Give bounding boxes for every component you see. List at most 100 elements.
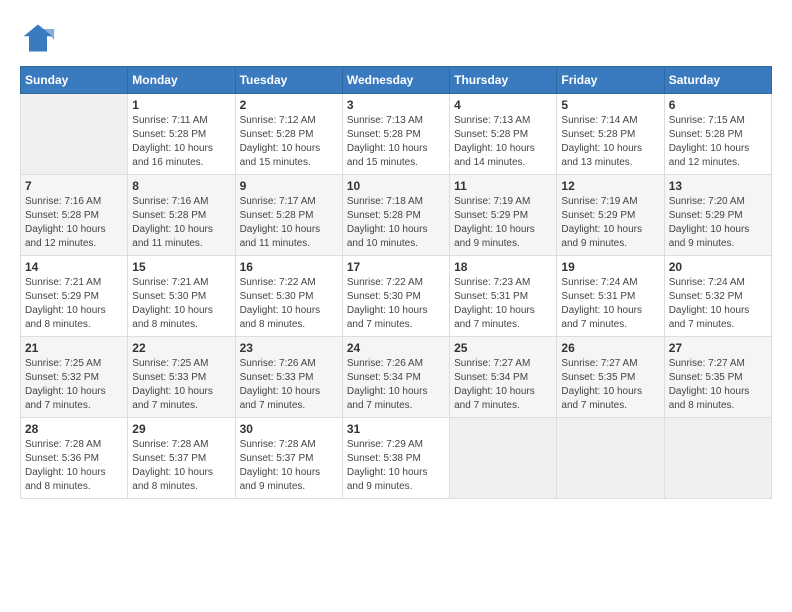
- week-row-5: 28 Sunrise: 7:28 AM Sunset: 5:36 PM Dayli…: [21, 418, 772, 499]
- day-number: 9: [240, 179, 338, 193]
- calendar-cell: 22 Sunrise: 7:25 AM Sunset: 5:33 PM Dayli…: [128, 337, 235, 418]
- day-info: Sunrise: 7:21 AM Sunset: 5:29 PM Dayligh…: [25, 276, 123, 332]
- calendar-cell: 14Sunrise: 7:21 AM Sunset: 5:29 PM Dayli…: [21, 256, 128, 337]
- day-number: 31: [347, 422, 445, 436]
- day-info: Sunrise: 7:16 AM Sunset: 5:28 PM Dayligh…: [25, 195, 123, 251]
- calendar-cell: 21 Sunrise: 7:25 AM Sunset: 5:32 PM Dayli…: [21, 337, 128, 418]
- day-number: 28: [25, 422, 123, 436]
- day-of-week-sunday: Sunday: [21, 67, 128, 94]
- calendar-cell: 15 Sunrise: 7:21 AM Sunset: 5:30 PM Dayli…: [128, 256, 235, 337]
- calendar-cell: 18Sunrise: 7:23 AM Sunset: 5:31 PM Dayli…: [450, 256, 557, 337]
- day-number: 5: [561, 98, 659, 112]
- calendar-cell: 13 Sunrise: 7:20 AM Sunset: 5:29 PM Dayli…: [664, 175, 771, 256]
- calendar-cell: 5 Sunrise: 7:14 AM Sunset: 5:28 PM Daylig…: [557, 94, 664, 175]
- day-info: Sunrise: 7:28 AM Sunset: 5:37 PM Dayligh…: [240, 438, 338, 494]
- calendar-cell: 27Sunrise: 7:27 AM Sunset: 5:35 PM Dayli…: [664, 337, 771, 418]
- day-info: Sunrise: 7:24 AM Sunset: 5:31 PM Dayligh…: [561, 276, 659, 332]
- day-info: Sunrise: 7:28 AM Sunset: 5:36 PM Dayligh…: [25, 438, 123, 494]
- calendar-cell: 7 Sunrise: 7:16 AM Sunset: 5:28 PM Daylig…: [21, 175, 128, 256]
- calendar-cell: 10 Sunrise: 7:18 AM Sunset: 5:28 PM Dayli…: [342, 175, 449, 256]
- day-info: Sunrise: 7:13 AM Sunset: 5:28 PM Dayligh…: [454, 114, 552, 170]
- day-info: Sunrise: 7:12 AM Sunset: 5:28 PM Dayligh…: [240, 114, 338, 170]
- day-info: Sunrise: 7:25 AM Sunset: 5:32 PM Dayligh…: [25, 357, 123, 413]
- calendar-cell: 12Sunrise: 7:19 AM Sunset: 5:29 PM Dayli…: [557, 175, 664, 256]
- calendar-cell: [557, 418, 664, 499]
- day-number: 19: [561, 260, 659, 274]
- day-info: Sunrise: 7:16 AM Sunset: 5:28 PM Dayligh…: [132, 195, 230, 251]
- day-info: Sunrise: 7:22 AM Sunset: 5:30 PM Dayligh…: [347, 276, 445, 332]
- calendar-cell: 2Sunrise: 7:12 AM Sunset: 5:28 PM Daylig…: [235, 94, 342, 175]
- day-info: Sunrise: 7:13 AM Sunset: 5:28 PM Dayligh…: [347, 114, 445, 170]
- week-row-1: 1 Sunrise: 7:11 AM Sunset: 5:28 PM Daylig…: [21, 94, 772, 175]
- day-number: 18: [454, 260, 552, 274]
- day-number: 21: [25, 341, 123, 355]
- calendar-cell: 6 Sunrise: 7:15 AM Sunset: 5:28 PM Daylig…: [664, 94, 771, 175]
- logo-icon: [20, 20, 56, 56]
- calendar-body: 1 Sunrise: 7:11 AM Sunset: 5:28 PM Daylig…: [21, 94, 772, 499]
- day-number: 22: [132, 341, 230, 355]
- day-info: Sunrise: 7:29 AM Sunset: 5:38 PM Dayligh…: [347, 438, 445, 494]
- day-number: 29: [132, 422, 230, 436]
- day-of-week-monday: Monday: [128, 67, 235, 94]
- calendar-cell: 4 Sunrise: 7:13 AM Sunset: 5:28 PM Daylig…: [450, 94, 557, 175]
- day-info: Sunrise: 7:15 AM Sunset: 5:28 PM Dayligh…: [669, 114, 767, 170]
- day-info: Sunrise: 7:20 AM Sunset: 5:29 PM Dayligh…: [669, 195, 767, 251]
- day-of-week-saturday: Saturday: [664, 67, 771, 94]
- day-info: Sunrise: 7:28 AM Sunset: 5:37 PM Dayligh…: [132, 438, 230, 494]
- day-of-week-wednesday: Wednesday: [342, 67, 449, 94]
- calendar-cell: 19 Sunrise: 7:24 AM Sunset: 5:31 PM Dayli…: [557, 256, 664, 337]
- calendar-cell: 28 Sunrise: 7:28 AM Sunset: 5:36 PM Dayli…: [21, 418, 128, 499]
- day-info: Sunrise: 7:26 AM Sunset: 5:34 PM Dayligh…: [347, 357, 445, 413]
- day-number: 10: [347, 179, 445, 193]
- calendar-cell: 3 Sunrise: 7:13 AM Sunset: 5:28 PM Daylig…: [342, 94, 449, 175]
- day-number: 20: [669, 260, 767, 274]
- day-info: Sunrise: 7:14 AM Sunset: 5:28 PM Dayligh…: [561, 114, 659, 170]
- day-number: 25: [454, 341, 552, 355]
- day-number: 23: [240, 341, 338, 355]
- day-info: Sunrise: 7:22 AM Sunset: 5:30 PM Dayligh…: [240, 276, 338, 332]
- day-of-week-tuesday: Tuesday: [235, 67, 342, 94]
- day-info: Sunrise: 7:27 AM Sunset: 5:35 PM Dayligh…: [561, 357, 659, 413]
- calendar-cell: [450, 418, 557, 499]
- day-number: 4: [454, 98, 552, 112]
- day-of-week-thursday: Thursday: [450, 67, 557, 94]
- days-of-week-row: SundayMondayTuesdayWednesdayThursdayFrid…: [21, 67, 772, 94]
- day-number: 7: [25, 179, 123, 193]
- calendar-cell: 29 Sunrise: 7:28 AM Sunset: 5:37 PM Dayli…: [128, 418, 235, 499]
- day-number: 1: [132, 98, 230, 112]
- day-info: Sunrise: 7:11 AM Sunset: 5:28 PM Dayligh…: [132, 114, 230, 170]
- calendar-cell: [21, 94, 128, 175]
- calendar-cell: 11 Sunrise: 7:19 AM Sunset: 5:29 PM Dayli…: [450, 175, 557, 256]
- day-number: 15: [132, 260, 230, 274]
- day-number: 16: [240, 260, 338, 274]
- calendar-cell: 25 Sunrise: 7:27 AM Sunset: 5:34 PM Dayli…: [450, 337, 557, 418]
- day-number: 3: [347, 98, 445, 112]
- day-number: 6: [669, 98, 767, 112]
- day-number: 26: [561, 341, 659, 355]
- day-number: 12: [561, 179, 659, 193]
- calendar-cell: 20 Sunrise: 7:24 AM Sunset: 5:32 PM Dayli…: [664, 256, 771, 337]
- day-of-week-friday: Friday: [557, 67, 664, 94]
- day-info: Sunrise: 7:24 AM Sunset: 5:32 PM Dayligh…: [669, 276, 767, 332]
- day-info: Sunrise: 7:19 AM Sunset: 5:29 PM Dayligh…: [454, 195, 552, 251]
- day-number: 11: [454, 179, 552, 193]
- calendar-cell: 9Sunrise: 7:17 AM Sunset: 5:28 PM Daylig…: [235, 175, 342, 256]
- calendar-cell: 24 Sunrise: 7:26 AM Sunset: 5:34 PM Dayli…: [342, 337, 449, 418]
- calendar-header: SundayMondayTuesdayWednesdayThursdayFrid…: [21, 67, 772, 94]
- day-info: Sunrise: 7:25 AM Sunset: 5:33 PM Dayligh…: [132, 357, 230, 413]
- calendar-cell: 26 Sunrise: 7:27 AM Sunset: 5:35 PM Dayli…: [557, 337, 664, 418]
- page-header: [20, 20, 772, 56]
- calendar-cell: 16 Sunrise: 7:22 AM Sunset: 5:30 PM Dayli…: [235, 256, 342, 337]
- calendar-cell: 1 Sunrise: 7:11 AM Sunset: 5:28 PM Daylig…: [128, 94, 235, 175]
- day-number: 17: [347, 260, 445, 274]
- day-info: Sunrise: 7:27 AM Sunset: 5:34 PM Dayligh…: [454, 357, 552, 413]
- day-number: 24: [347, 341, 445, 355]
- day-info: Sunrise: 7:18 AM Sunset: 5:28 PM Dayligh…: [347, 195, 445, 251]
- day-number: 13: [669, 179, 767, 193]
- calendar-cell: 30 Sunrise: 7:28 AM Sunset: 5:37 PM Dayli…: [235, 418, 342, 499]
- week-row-2: 7 Sunrise: 7:16 AM Sunset: 5:28 PM Daylig…: [21, 175, 772, 256]
- day-info: Sunrise: 7:21 AM Sunset: 5:30 PM Dayligh…: [132, 276, 230, 332]
- day-number: 30: [240, 422, 338, 436]
- day-info: Sunrise: 7:27 AM Sunset: 5:35 PM Dayligh…: [669, 357, 767, 413]
- calendar-table: SundayMondayTuesdayWednesdayThursdayFrid…: [20, 66, 772, 499]
